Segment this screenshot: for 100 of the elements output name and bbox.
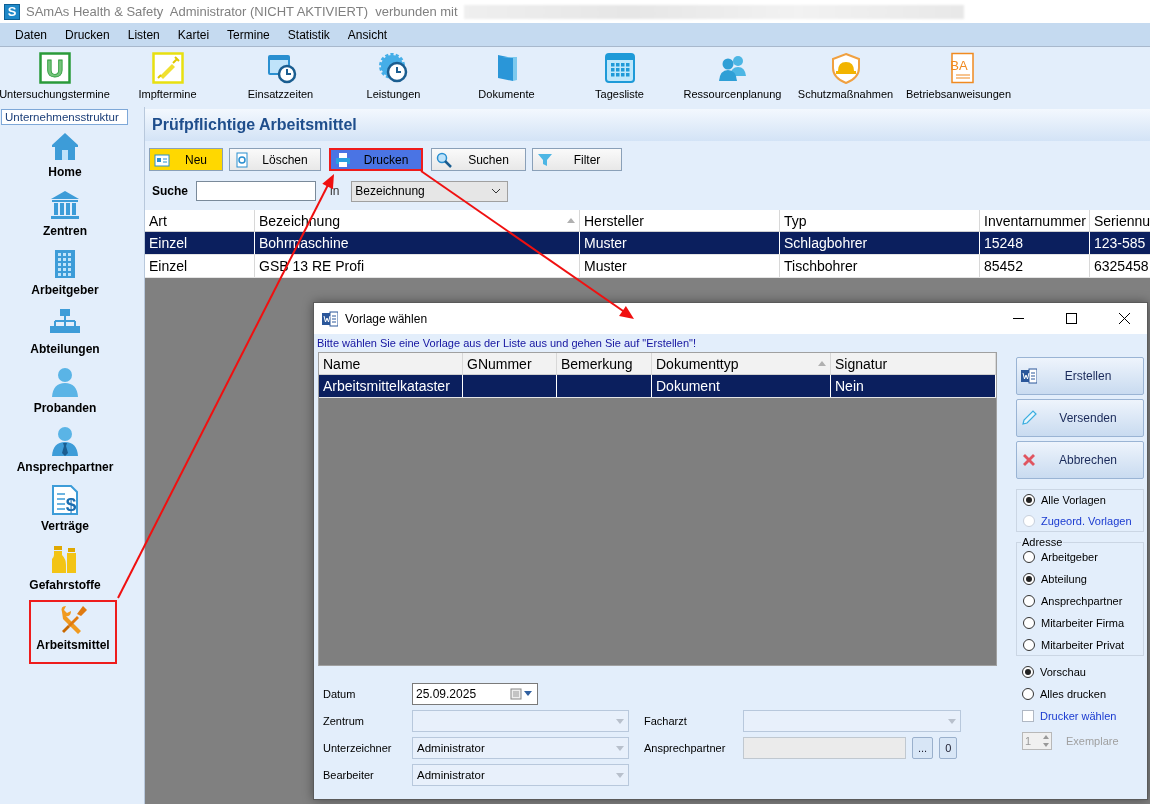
home-icon [49, 130, 81, 162]
table-cell: Arbeitsmittelkataster [323, 378, 450, 394]
toolbar-button[interactable]: Ressourcenplanung [676, 47, 789, 107]
table-cell: Nein [835, 378, 864, 394]
menu-item[interactable]: Statistik [278, 24, 339, 45]
sidebar-item[interactable]: Home [0, 129, 130, 188]
radio-button[interactable] [1022, 688, 1034, 700]
dialog-title: Vorlage wählen [345, 311, 429, 326]
table-cell: Dokument [656, 378, 720, 394]
sidebar-tab[interactable]: Unternehmensstruktur [1, 109, 128, 125]
toolbar-button[interactable]: Einsatzzeiten [224, 47, 337, 107]
option-label: Mitarbeiter Privat [1041, 639, 1125, 651]
toolbar-button[interactable]: Neu [149, 148, 223, 171]
toolbar-button[interactable]: Drucken [329, 148, 423, 171]
table-cell: Einzel [149, 258, 188, 274]
toolbar-button[interactable]: Filter [532, 148, 622, 171]
browse-button[interactable]: ... [912, 737, 934, 759]
menu-item[interactable]: Termine [218, 24, 279, 45]
option-label: Drucker wählen [1040, 710, 1117, 722]
toolbar-button[interactable]: Impftermine [111, 47, 224, 107]
letter-icon: U [38, 52, 71, 84]
sidebar-item[interactable]: Abteilungen [0, 306, 130, 365]
instruction-text: Bitte wählen Sie eine Vorlage aus der Liste aus und gehen Sie auf "Erstellen"! [317, 337, 697, 351]
table-row[interactable]: Arbeitsmittelkataster Dokument Nein [319, 375, 996, 398]
cross-icon [1021, 452, 1037, 468]
toolbar-button[interactable]: Dokumente [450, 47, 563, 107]
menu-item[interactable]: Drucken [56, 24, 119, 45]
radio-button[interactable] [1023, 595, 1035, 607]
table-cell: Tischbohrer [784, 258, 858, 274]
field-label: Zentrum [323, 715, 365, 727]
action-button[interactable]: Abbrechen [1016, 441, 1144, 479]
radio-button[interactable] [1023, 573, 1035, 585]
sidebar-item[interactable]: Arbeitgeber [0, 247, 130, 306]
radio-button[interactable] [1023, 639, 1035, 651]
close-icon [1118, 313, 1130, 324]
toolbar-button[interactable]: Tagesliste [563, 47, 676, 107]
person-tie-icon [49, 425, 81, 457]
option-label: Alle Vorlagen [1041, 494, 1106, 506]
sidebar-item[interactable]: Ansprechpartner [0, 424, 130, 483]
input-field[interactable] [743, 737, 906, 759]
chevron-icon [616, 745, 624, 751]
menu-item[interactable]: Listen [118, 24, 169, 45]
toolbar-button[interactable]: Suchen [431, 148, 526, 171]
option-label: Alles drucken [1040, 688, 1107, 700]
menu-item[interactable]: Ansicht [338, 24, 397, 45]
table-cell: Muster [584, 258, 627, 274]
combo-box[interactable]: Administrator [412, 764, 629, 786]
option-label: Mitarbeiter Firma [1041, 617, 1125, 629]
toolbar-button[interactable]: U Untersuchungstermine [0, 47, 111, 107]
combo-box[interactable]: Administrator [412, 737, 629, 759]
sidebar-item[interactable]: $ Verträge [0, 483, 130, 542]
toolbar-button[interactable]: Schutzmaßnahmen [789, 47, 902, 107]
card-icon [154, 151, 170, 168]
chevron-icon [616, 772, 624, 778]
field-label: Unterzeichner [323, 742, 393, 754]
option-label: Zugeord. Vorlagen [1041, 515, 1132, 527]
search-field[interactable] [196, 181, 316, 201]
date-field[interactable]: 25.09.2025 [412, 683, 538, 705]
action-button[interactable]: Erstellen [1016, 357, 1144, 395]
page-title: Prüfpflichtige Arbeitsmittel [152, 116, 357, 134]
search-icon [436, 151, 452, 168]
sidebar-item[interactable]: Gefahrstoffe [0, 542, 130, 601]
gear-clock-icon [377, 52, 410, 84]
helmet-shield-icon [829, 52, 862, 84]
option-label: Abteilung [1041, 573, 1087, 585]
group-label: Adresse [1021, 536, 1064, 548]
scope-dropdown[interactable]: Bezeichnung [351, 180, 509, 202]
count-button[interactable]: 0 [939, 737, 958, 759]
minimize-icon [1012, 318, 1024, 319]
syringe-icon [151, 52, 184, 84]
radio-button[interactable] [1023, 494, 1035, 506]
menu-item[interactable]: Kartei [168, 24, 219, 45]
radio-button[interactable] [1023, 551, 1035, 563]
radio-button[interactable] [1022, 666, 1034, 678]
toolbar-button[interactable]: Leistungen [337, 47, 450, 107]
sidebar-item[interactable]: Probanden [0, 365, 130, 424]
toolbar-button[interactable]: Löschen [229, 148, 321, 171]
contract-icon: $ [49, 484, 81, 516]
window-title: SAmAs Health & Safety Administrator (NICHT AKTIVIERT) verbunden mit [26, 4, 458, 19]
person-icon [49, 366, 81, 398]
building-columns-icon [49, 189, 81, 221]
copies-label: Exemplare [1066, 735, 1119, 747]
calendar-icon [603, 52, 636, 84]
scope-label: in [330, 184, 340, 198]
checkbox[interactable] [1022, 710, 1034, 722]
app-logo: S [4, 3, 20, 20]
sidebar-item[interactable]: Zentren [0, 188, 130, 247]
sidebar-item[interactable]: Arbeitsmittel [30, 601, 116, 663]
sort-icon [567, 218, 575, 223]
table-cell: 123-585 [1094, 235, 1146, 251]
radio-button[interactable] [1023, 617, 1035, 629]
field-label: Facharzt [644, 715, 688, 727]
spinner-arrows-icon [1041, 733, 1051, 749]
document-icon [1021, 368, 1037, 384]
printer-icon [335, 151, 351, 168]
option-label: Ansprechpartner [1041, 595, 1123, 607]
menu-item[interactable]: Daten [6, 24, 57, 45]
action-button[interactable]: Versenden [1016, 399, 1144, 437]
field-label: Bearbeiter [323, 769, 375, 781]
chevron-icon [948, 718, 956, 724]
